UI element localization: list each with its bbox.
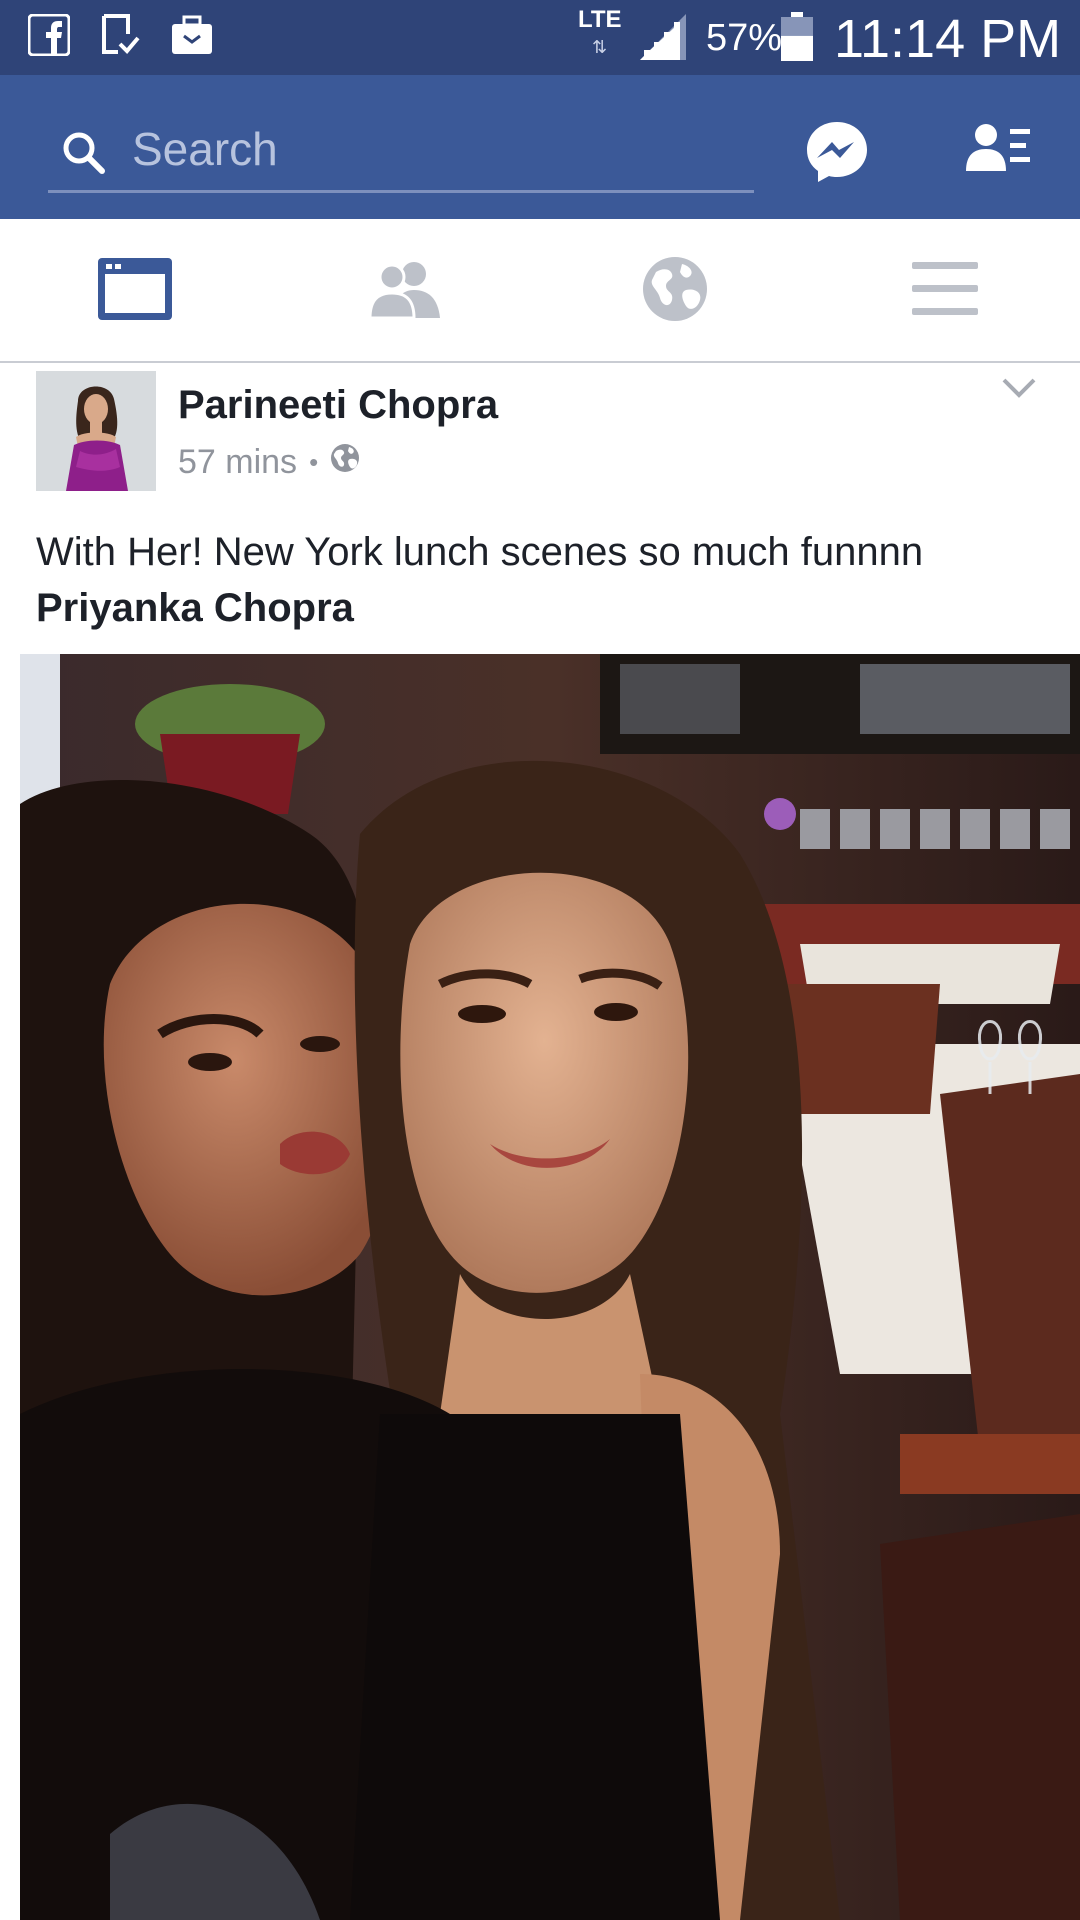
post-text: With Her! New York lunch scenes so much …	[36, 524, 1056, 636]
separator-dot: •	[309, 447, 319, 477]
post-author[interactable]: Parineeti Chopra	[178, 381, 498, 429]
news-feed-icon	[98, 257, 172, 325]
clock: 11:14 PM	[834, 9, 1062, 69]
post-meta: 57 mins •	[178, 441, 360, 483]
data-activity-icon: ⇅	[592, 37, 608, 57]
briefcase-icon	[170, 14, 214, 56]
post-message: With Her! New York lunch scenes so much …	[36, 530, 924, 574]
post-photo[interactable]	[20, 654, 1080, 1920]
messenger-icon[interactable]	[804, 119, 870, 190]
post-header: Parineeti Chopra 57 mins •	[0, 363, 1080, 513]
search-icon	[62, 131, 106, 180]
privacy-globe-icon	[330, 441, 360, 483]
search-input[interactable]	[130, 119, 730, 179]
post-options-chevron-icon[interactable]	[1002, 377, 1036, 404]
search-header	[0, 75, 1080, 219]
network-type: LTE	[578, 6, 622, 33]
tagged-person-link[interactable]: Priyanka Chopra	[36, 580, 1056, 636]
tab-notifications[interactable]	[540, 219, 810, 363]
search-bar[interactable]	[48, 105, 754, 193]
tab-friends[interactable]	[270, 219, 540, 363]
friend-requests-icon[interactable]	[966, 121, 1030, 182]
download-check-icon	[100, 14, 140, 56]
avatar[interactable]	[36, 371, 156, 491]
post-time[interactable]: 57 mins	[178, 441, 297, 483]
battery-icon	[780, 12, 814, 67]
tab-news-feed[interactable]	[0, 219, 270, 363]
menu-icon	[912, 261, 978, 321]
tab-menu[interactable]	[810, 219, 1080, 363]
battery-percent: 57%	[706, 17, 783, 59]
tab-bar	[0, 219, 1080, 363]
notification-icons	[28, 14, 214, 56]
friends-icon	[368, 260, 442, 323]
globe-icon	[642, 256, 708, 327]
facebook-icon	[28, 14, 70, 56]
signal-strength-icon	[638, 12, 688, 67]
status-bar: LTE ⇅ 57% 11:14 PM	[0, 0, 1080, 75]
